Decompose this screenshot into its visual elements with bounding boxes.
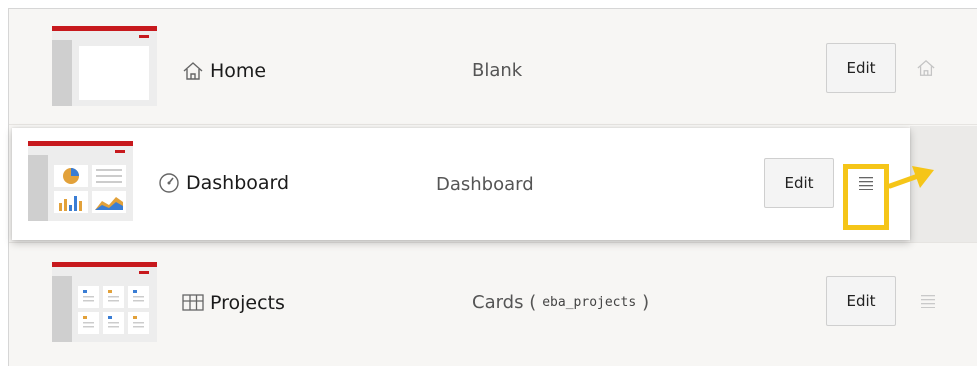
page-label-dashboard: Dashboard [158,172,289,194]
page-type: Cards ( eba_projects ) [472,292,649,313]
page-label-projects: Projects [182,292,285,314]
page-label-home: Home [182,60,266,82]
blank-page-thumbnail [52,26,157,106]
edit-button[interactable]: Edit [826,43,896,93]
page-type-suffix: ) [642,292,650,313]
drag-handle-icon[interactable] [920,294,936,308]
cards-page-thumbnail [52,262,157,342]
dashboard-page-thumbnail [28,141,133,221]
page-name: Dashboard [186,172,290,194]
page-row-projects[interactable]: Projects Cards ( eba_projects ) Edit [8,244,977,365]
dashboard-gauge-icon [159,173,179,193]
drag-handle-highlight [843,164,889,230]
page-row-dashboard[interactable]: Dashboard Dashboard Edit [12,128,910,240]
page-row-home[interactable]: Home Blank Edit [8,8,977,123]
home-icon [183,62,203,80]
table-name: eba_projects [542,295,637,310]
page-name: Projects [210,292,285,314]
page-name: Home [210,60,267,82]
page-type: Dashboard [436,174,534,195]
edit-button[interactable]: Edit [764,158,834,208]
page-type-prefix: Cards ( [472,292,537,313]
page-type: Blank [472,60,523,81]
home-icon [917,59,935,76]
arrow-icon [888,166,934,189]
edit-button[interactable]: Edit [826,276,896,326]
table-grid-icon [182,294,204,311]
